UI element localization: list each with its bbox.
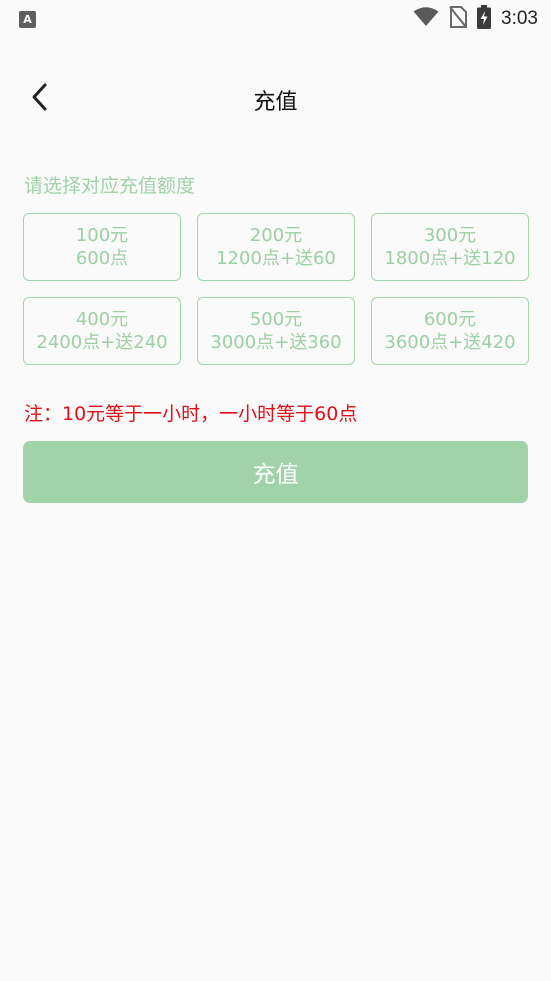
option-points: 3600点+送420	[384, 332, 516, 353]
app-notification-icon: A	[19, 10, 36, 28]
no-sim-icon	[449, 6, 468, 32]
option-points: 1200点+送60	[216, 248, 336, 269]
wifi-icon	[413, 7, 439, 31]
recharge-option-500[interactable]: 500元 3000点+送360	[197, 297, 355, 365]
option-amount: 100元	[75, 225, 129, 246]
recharge-option-100[interactable]: 100元 600点	[23, 213, 181, 281]
recharge-option-300[interactable]: 300元 1800点+送120	[371, 213, 529, 281]
recharge-option-600[interactable]: 600元 3600点+送420	[371, 297, 529, 365]
recharge-screen: A 3:03 充值 请选择对应充值额度 100元 600点 200元 1200点…	[0, 0, 551, 981]
option-points: 1800点+送120	[384, 248, 516, 269]
recharge-option-400[interactable]: 400元 2400点+送240	[23, 297, 181, 365]
option-amount: 400元	[75, 309, 129, 330]
status-right: 3:03	[413, 5, 538, 33]
battery-charging-icon	[477, 5, 492, 33]
recharge-submit-button[interactable]: 充值	[23, 441, 528, 503]
status-bar: A 3:03	[0, 0, 551, 38]
toolbar: 充值	[0, 68, 551, 132]
option-points: 600点	[75, 248, 129, 269]
option-amount: 500元	[249, 309, 303, 330]
recharge-option-200[interactable]: 200元 1200点+送60	[197, 213, 355, 281]
select-amount-prompt: 请选择对应充值额度	[24, 175, 196, 197]
page-title: 充值	[253, 90, 298, 115]
option-amount: 300元	[423, 225, 477, 246]
option-points: 2400点+送240	[36, 332, 168, 353]
conversion-note: 注：10元等于一小时，一小时等于60点	[24, 403, 358, 425]
option-amount: 600元	[423, 309, 477, 330]
status-time: 3:03	[501, 8, 538, 29]
recharge-options-grid: 100元 600点 200元 1200点+送60 300元 1800点+送120…	[23, 213, 529, 365]
option-points: 3000点+送360	[210, 332, 342, 353]
option-amount: 200元	[249, 225, 303, 246]
status-left: A	[19, 10, 36, 28]
